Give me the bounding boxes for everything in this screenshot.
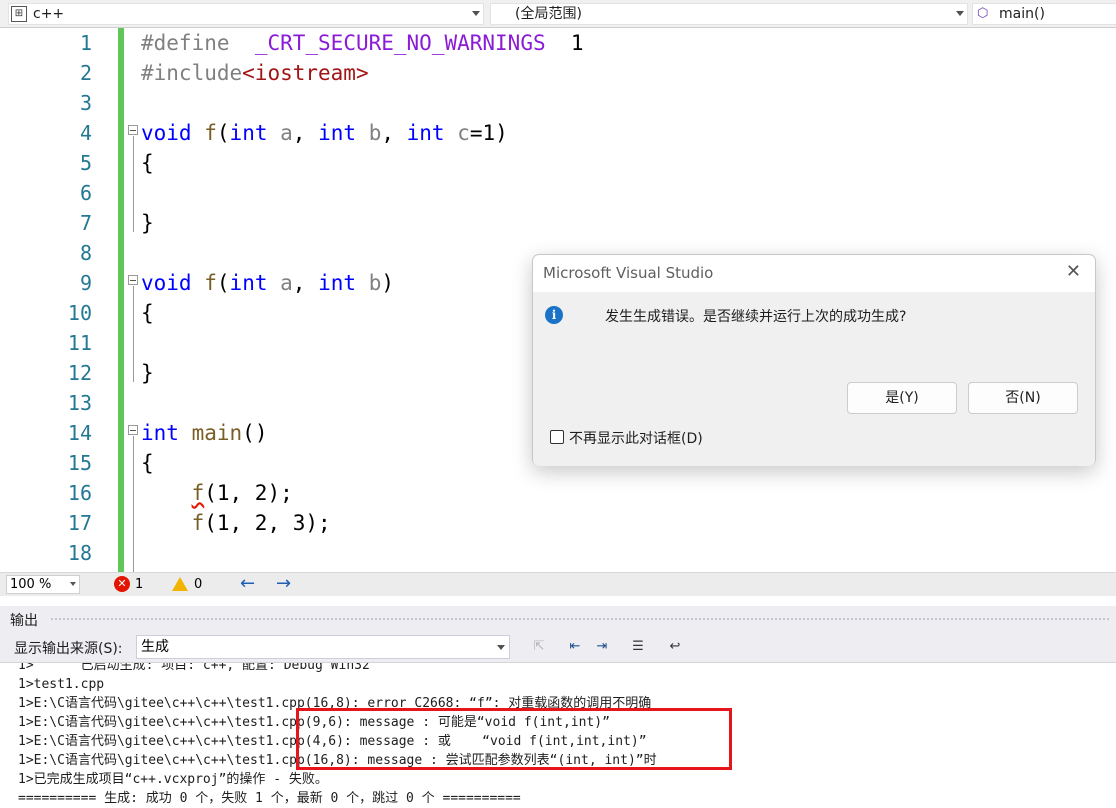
line-number-gutter: 1 2 3 4 5 6 7 8 9 10 11 12 13 14 15 16 1… <box>0 28 118 572</box>
warning-icon[interactable] <box>172 577 188 591</box>
project-icon: ⊞ <box>11 6 27 22</box>
yes-button[interactable]: 是(Y) <box>847 382 957 414</box>
code-line: #define _CRT_SECURE_NO_WARNINGS 1 <box>141 31 584 55</box>
change-indicator-bar <box>118 28 124 572</box>
code-line: f(1, 2, 3); <box>191 511 331 535</box>
code-line: } <box>141 361 154 385</box>
project-name: c++ <box>33 6 65 22</box>
dont-show-label[interactable]: 不再显示此对话框(D) <box>569 428 703 448</box>
highlight-box <box>296 708 732 770</box>
output-line: 1>已完成生成项目“c++.vcxproj”的操作 - 失败。 <box>18 772 328 787</box>
line-number: 15 <box>67 451 92 475</box>
output-toolbar: 显示输出来源(S): 生成 ⇱ ⇤ ⇥ ☰ ↩ <box>0 632 1116 662</box>
line-number: 13 <box>67 391 92 415</box>
line-number: 12 <box>67 361 92 385</box>
collapse-icon[interactable] <box>128 125 138 135</box>
line-number: 11 <box>67 331 92 355</box>
output-line: 1> 已启动生成: 项目: c++, 配置: Debug Win32 <box>18 662 370 673</box>
line-number: 1 <box>79 31 92 55</box>
code-line: #include<iostream> <box>141 61 369 85</box>
zoom-dropdown[interactable]: 100 % <box>6 575 80 594</box>
line-number: 18 <box>67 541 92 565</box>
editor-status-strip: 100 % ✕ 1 0 ← → <box>0 572 1116 596</box>
chevron-down-icon <box>956 11 964 16</box>
output-source-label: 显示输出来源(S): <box>14 641 123 657</box>
member-dropdown[interactable]: ⬡ main() <box>972 3 1116 25</box>
code-line: } <box>141 211 154 235</box>
line-number: 8 <box>79 241 92 265</box>
arrow-left-icon[interactable]: ← <box>240 573 255 594</box>
output-line: ========== 生成: 成功 0 个，失败 1 个，最新 0 个，跳过 0… <box>18 791 521 806</box>
line-number: 10 <box>67 301 92 325</box>
code-line: int main() <box>141 421 268 445</box>
member-name: main() <box>999 6 1045 22</box>
dialog-message: 发生生成错误。是否继续并运行上次的成功生成? <box>605 309 907 325</box>
dialog-body: i 发生生成错误。是否继续并运行上次的成功生成? 是(Y) 否(N) 不再显示此… <box>533 292 1095 466</box>
go-to-line-icon[interactable]: ⇱ <box>530 638 548 656</box>
warning-count[interactable]: 0 <box>194 577 202 592</box>
dont-show-checkbox[interactable] <box>550 430 564 444</box>
panel-grip[interactable] <box>50 617 1110 622</box>
collapse-icon[interactable] <box>128 425 138 435</box>
line-number: 5 <box>79 151 92 175</box>
word-wrap-icon[interactable]: ↩ <box>666 638 684 656</box>
scope-name: (全局范围) <box>515 6 582 22</box>
line-number: 16 <box>67 481 92 505</box>
no-button[interactable]: 否(N) <box>968 382 1078 414</box>
line-number: 6 <box>79 181 92 205</box>
output-source-dropdown[interactable]: 生成 <box>136 635 510 659</box>
collapse-icon[interactable] <box>128 275 138 285</box>
code-line: void f(int a, int b) <box>141 271 394 295</box>
output-title: 输出 <box>10 613 38 629</box>
previous-message-icon[interactable]: ⇤ <box>566 638 584 656</box>
output-panel-header: 输出 <box>0 606 1116 632</box>
line-number: 17 <box>67 511 92 535</box>
code-line: { <box>141 151 154 175</box>
line-number: 14 <box>67 421 92 445</box>
code-line: void f(int a, int b, int c=1) <box>141 121 508 145</box>
line-number: 4 <box>79 121 92 145</box>
line-number: 3 <box>79 91 92 115</box>
code-line: { <box>141 451 154 475</box>
output-line: 1>test1.cpp <box>18 677 105 692</box>
dialog-title: Microsoft Visual Studio <box>543 264 714 282</box>
code-line: f(1, 2); <box>191 481 293 505</box>
cube-icon: ⬡ <box>977 6 989 21</box>
navigation-bar: ⊞ c++ (全局范围) ⬡ main() <box>0 0 1116 28</box>
close-icon[interactable]: ✕ <box>1066 261 1081 282</box>
chevron-down-icon <box>70 582 76 586</box>
chevron-down-icon <box>497 645 505 650</box>
line-number: 9 <box>79 271 92 295</box>
error-icon[interactable]: ✕ <box>114 576 130 592</box>
info-icon: i <box>545 306 563 324</box>
clear-all-icon[interactable]: ☰ <box>629 638 647 656</box>
chevron-down-icon <box>472 11 480 16</box>
fold-guide <box>133 136 134 232</box>
line-number: 2 <box>79 61 92 85</box>
project-dropdown[interactable]: ⊞ c++ <box>8 3 484 25</box>
line-number: 7 <box>79 211 92 235</box>
message-dialog: Microsoft Visual Studio ✕ i 发生生成错误。是否继续并… <box>532 254 1096 466</box>
output-source-value: 生成 <box>141 639 169 655</box>
error-count[interactable]: 1 <box>135 577 143 592</box>
fold-guide <box>133 286 134 382</box>
next-message-icon[interactable]: ⇥ <box>593 638 611 656</box>
code-line: { <box>141 301 154 325</box>
scope-dropdown[interactable]: (全局范围) <box>490 3 968 25</box>
arrow-right-icon[interactable]: → <box>276 573 291 594</box>
fold-guide <box>133 436 134 572</box>
zoom-value: 100 % <box>10 577 52 592</box>
